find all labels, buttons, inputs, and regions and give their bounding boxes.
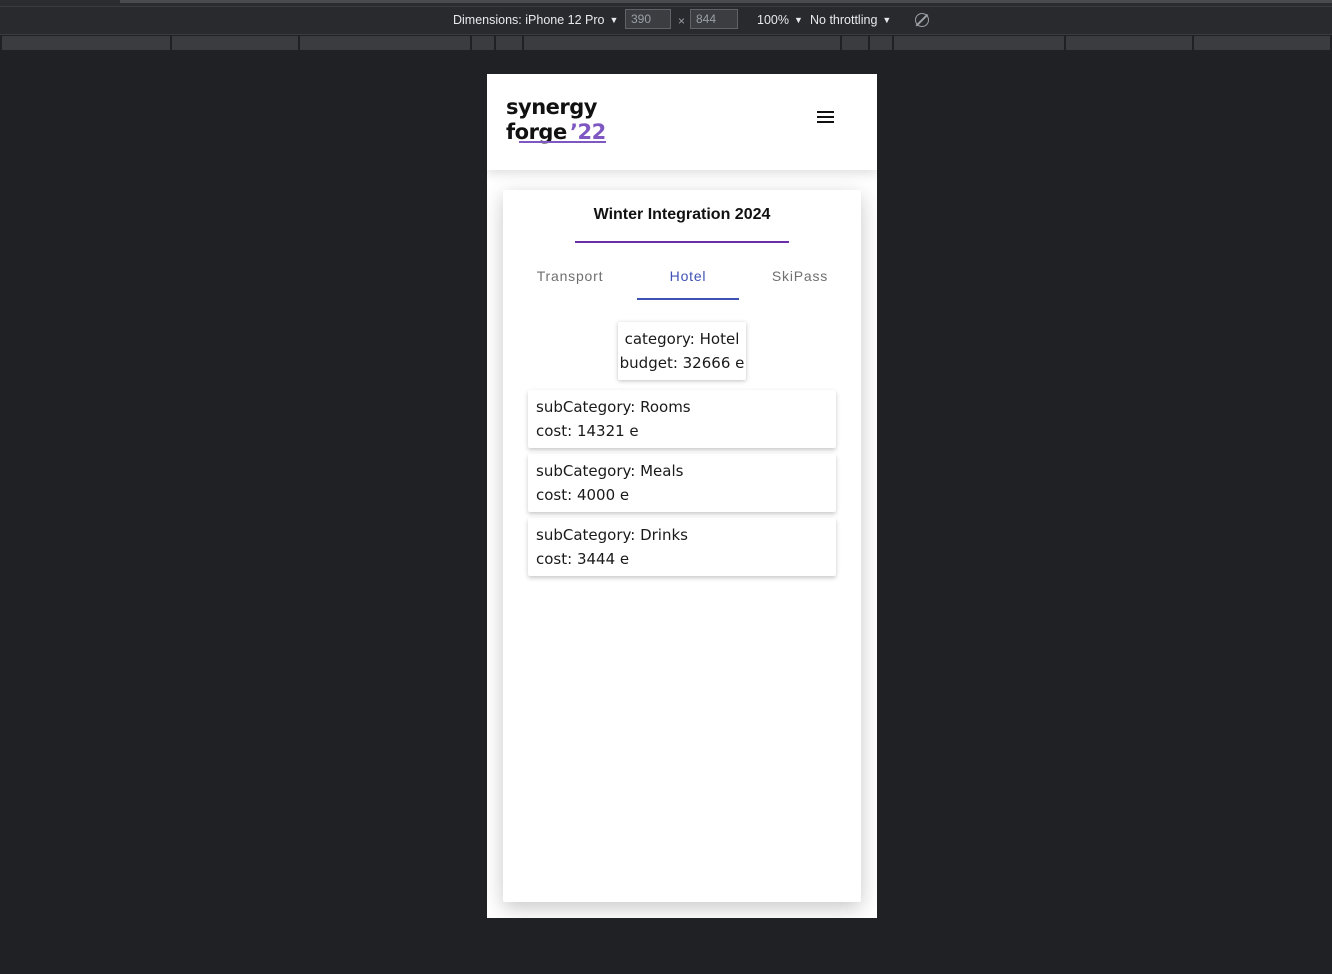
chevron-down-icon: ▼ (793, 15, 803, 25)
device-dimensions-dropdown[interactable]: Dimensions: iPhone 12 Pro ▼ (453, 13, 618, 27)
width-input[interactable]: 390 (625, 9, 671, 29)
media-query-segment[interactable] (1194, 36, 1330, 50)
category-label: category: Hotel (624, 330, 740, 348)
throttling-label: No throttling (810, 13, 878, 27)
media-query-segment[interactable] (472, 36, 494, 50)
subcategory-item: subCategory: Rooms cost: 14321 e (528, 390, 836, 448)
title-underline (575, 241, 789, 243)
chevron-down-icon: ▼ (882, 15, 892, 25)
device-toolbar: Dimensions: iPhone 12 Pro ▼ 390 × 844 100… (0, 7, 1332, 35)
synergy-forge-logo[interactable]: synergy forge ’22 (506, 96, 616, 148)
tab-transport[interactable]: Transport (523, 268, 617, 300)
logo-line1: synergy (506, 96, 598, 119)
logo-line2: forge (506, 120, 567, 144)
subcategory-item: subCategory: Meals cost: 4000 e (528, 454, 836, 512)
media-query-segment[interactable] (870, 36, 892, 50)
media-query-segment[interactable] (300, 36, 470, 50)
category-summary: category: Hotel budget: 32666 e (618, 322, 746, 380)
device-dimensions-label: Dimensions: iPhone 12 Pro (453, 13, 605, 27)
media-query-segment[interactable] (496, 36, 522, 50)
subcategory-cost: cost: 3444 e (536, 550, 630, 568)
media-query-segment[interactable] (842, 36, 868, 50)
rotate-icon[interactable] (915, 13, 929, 27)
app-header: synergy forge ’22 (487, 74, 877, 170)
logo-year: ’22 (570, 120, 606, 144)
zoom-dropdown[interactable]: 100% ▼ (757, 13, 803, 27)
subcategory-cost: cost: 4000 e (536, 486, 630, 504)
page-title: Winter Integration 2024 (593, 206, 771, 223)
subcategory-name: subCategory: Meals (536, 462, 684, 480)
height-input[interactable]: 844 (690, 9, 738, 29)
chevron-down-icon: ▼ (609, 15, 619, 25)
media-query-segment[interactable] (172, 36, 298, 50)
tab-hotel[interactable]: Hotel (637, 268, 739, 300)
media-query-segment[interactable] (2, 36, 170, 50)
active-tab-indicator (637, 298, 739, 300)
media-query-bar (0, 35, 1332, 51)
dimension-separator: × (678, 14, 686, 28)
media-query-segment[interactable] (894, 36, 1064, 50)
subcategory-name: subCategory: Drinks (536, 526, 688, 544)
media-query-segment[interactable] (524, 36, 840, 50)
budget-card: Winter Integration 2024 Transport Hotel … (503, 190, 861, 902)
budget-label: budget: 32666 e (619, 354, 745, 372)
media-query-segment[interactable] (1066, 36, 1192, 50)
subcategory-name: subCategory: Rooms (536, 398, 691, 416)
device-viewport: synergy forge ’22 Winter Integration 202… (487, 74, 877, 918)
tab-skipass[interactable]: SkiPass (753, 268, 847, 300)
throttling-dropdown[interactable]: No throttling ▼ (810, 13, 891, 27)
hamburger-menu-icon[interactable] (816, 111, 836, 127)
zoom-label: 100% (757, 13, 789, 27)
browser-scroll-thumb[interactable] (120, 0, 1332, 3)
subcategory-cost: cost: 14321 e (536, 422, 639, 440)
subcategory-item: subCategory: Drinks cost: 3444 e (528, 518, 836, 576)
browser-scroll-track (0, 0, 1332, 7)
